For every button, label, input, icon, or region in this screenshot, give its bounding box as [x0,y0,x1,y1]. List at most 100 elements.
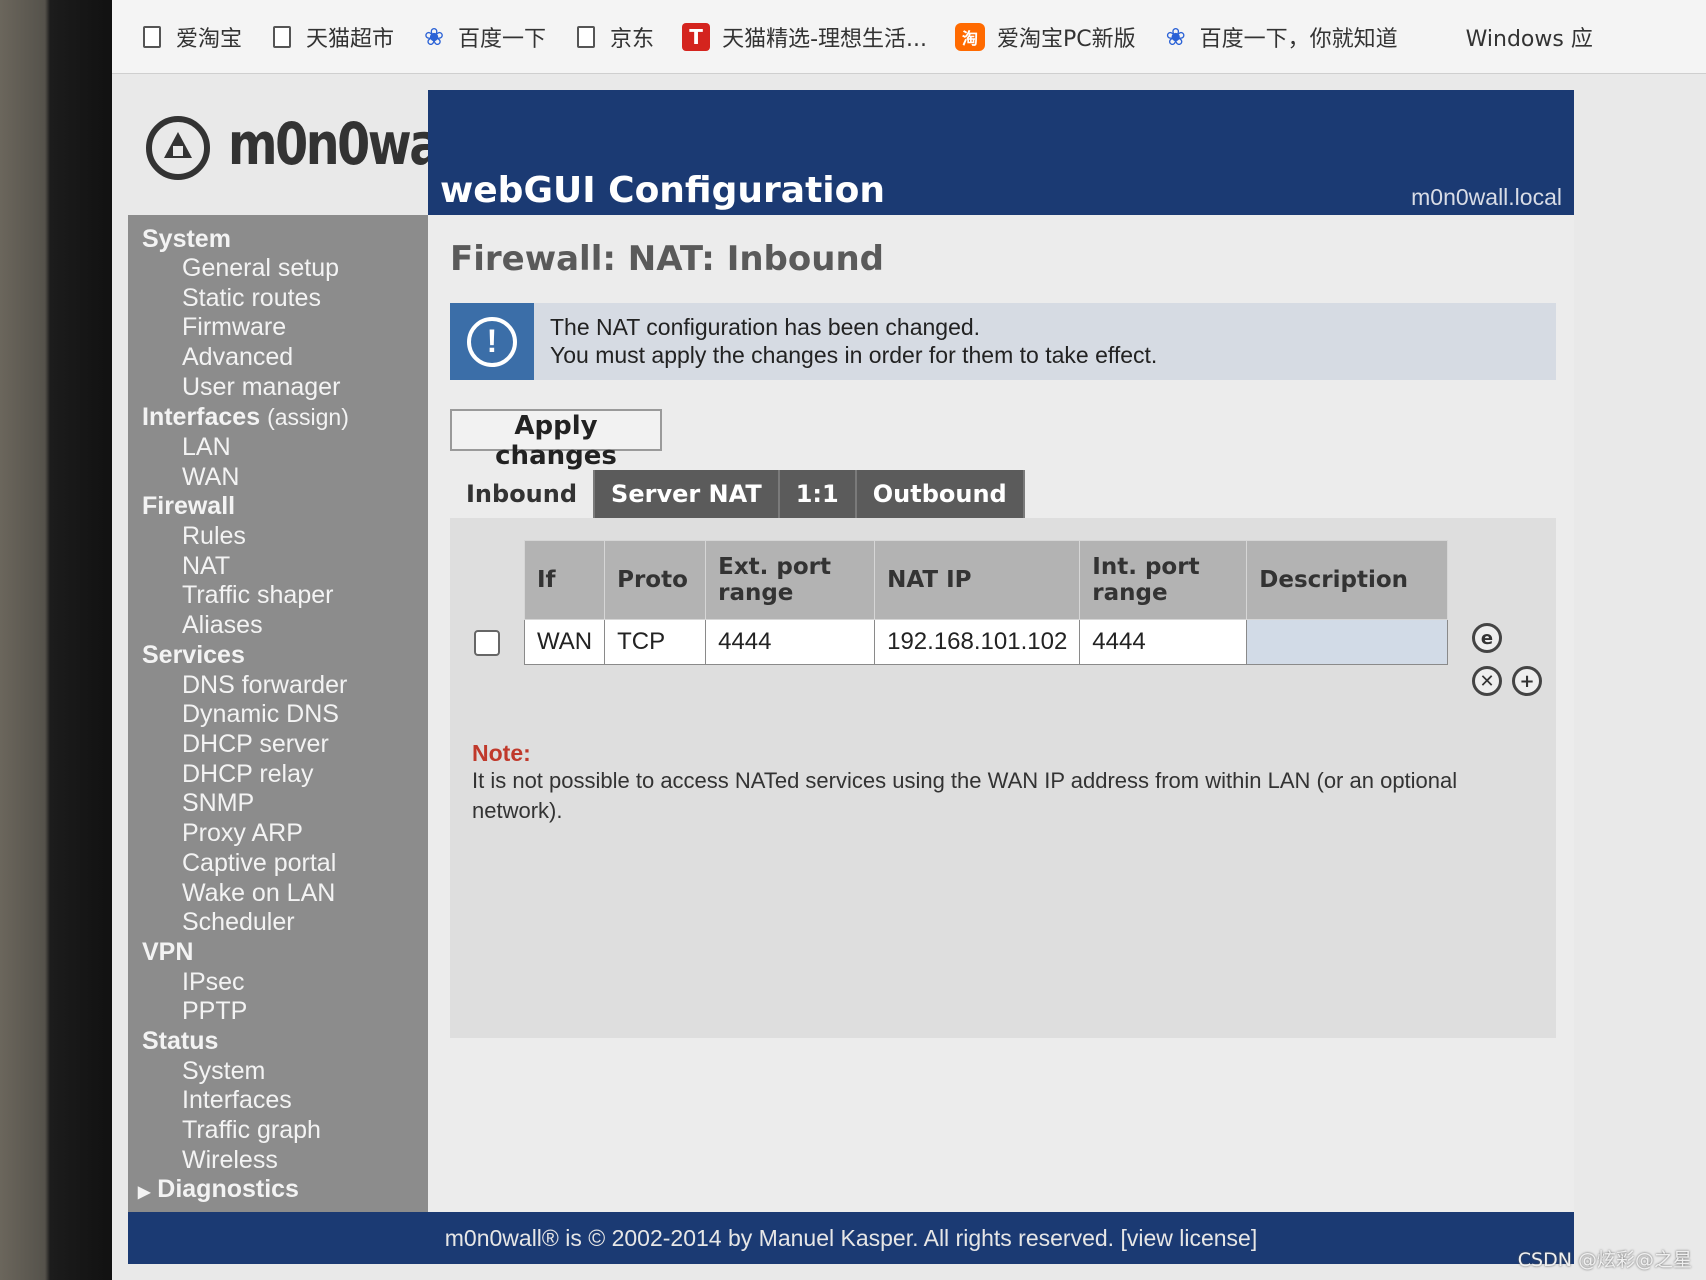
add-icon[interactable]: + [1512,666,1542,696]
nav-item-wan[interactable]: WAN [182,463,239,492]
cell-nat-ip: 192.168.101.102 [874,619,1081,665]
header-banner: webGUI Configuration m0n0wall.local [428,90,1574,215]
apply-changes-button[interactable]: Apply changes [450,409,662,471]
row-select-checkbox[interactable] [474,630,500,656]
nav-group-status: Status [142,1027,219,1055]
taobao-icon: 淘 [954,22,985,51]
delete-icon[interactable]: ✕ [1472,666,1502,696]
tab-one-to-one[interactable]: 1:1 [779,470,857,518]
bookmark-item[interactable]: T 天猫精选-理想生活... [682,21,927,53]
bookmark-item[interactable]: 天猫超市 [270,21,394,53]
logo: m0n0wall® [128,90,514,215]
nav-item-wake-on-lan[interactable]: Wake on LAN [182,879,335,908]
nav-item-traffic-graph[interactable]: Traffic graph [182,1116,321,1145]
m0n0wall-logo-icon [146,116,210,180]
nav-item-general-setup[interactable]: General setup [182,254,339,283]
baidu-paw-icon: ❀ [423,22,445,51]
nav-item-dynamic-dns[interactable]: Dynamic DNS [182,700,339,729]
column-header-if: If [523,540,606,620]
nav-group-firewall: Firewall [142,492,236,520]
nav-item-aliases[interactable]: Aliases [182,611,263,640]
nav-item-dns-forwarder[interactable]: DNS forwarder [182,671,347,700]
bookmark-label: 百度一下，你就知道 [1199,26,1398,52]
table-header-row: If Proto Ext. port range NAT IP Int. por… [523,540,1449,620]
nav-item-status-interfaces[interactable]: Interfaces [182,1086,292,1115]
nav-item-static-routes[interactable]: Static routes [182,284,321,313]
bookmark-label: 京东 [610,26,655,52]
column-header-proto: Proto [604,540,707,620]
nat-tabs: Inbound Server NAT 1:1 Outbound [450,470,1025,518]
column-header-int-port: Int. port range [1079,540,1248,620]
nav-item-advanced[interactable]: Advanced [182,343,293,372]
nav-item-ipsec[interactable]: IPsec [182,968,245,997]
browser-screen: 爱淘宝 天猫超市 ❀ 百度一下 京东 T 天猫精选-理想生活... 淘 爱淘宝P… [112,0,1706,1280]
nav-item-snmp[interactable]: SNMP [182,789,254,818]
monitor-bezel [0,0,112,1280]
bookmark-item[interactable]: 淘 爱淘宝PC新版 [954,21,1136,53]
nav-item-scheduler[interactable]: Scheduler [182,908,295,937]
bookmarks-bar: 爱淘宝 天猫超市 ❀ 百度一下 京东 T 天猫精选-理想生活... 淘 爱淘宝P… [112,0,1706,74]
watermark: CSDN @炫彩@之星 [1517,1249,1692,1271]
cell-ext-port: 4444 [705,619,876,665]
notice-line-2: You must apply the changes in order for … [550,342,1158,368]
tab-server-nat[interactable]: Server NAT [595,470,780,518]
bookmark-item[interactable]: ❀ 百度一下 [422,21,546,53]
sidebar-nav: System General setup Static routes Firmw… [128,215,428,1227]
nav-item-wireless[interactable]: Wireless [182,1146,278,1175]
cell-if: WAN [523,619,606,665]
edit-icon[interactable]: e [1472,623,1502,653]
nav-group-diagnostics[interactable]: ▶ Diagnostics [138,1175,299,1204]
nav-item-traffic-shaper[interactable]: Traffic shaper [182,581,333,610]
hostname: m0n0wall.local [1411,184,1562,210]
nav-item-pptp[interactable]: PPTP [182,997,247,1026]
column-header-description: Description [1246,540,1449,620]
nav-group-vpn: VPN [142,938,194,966]
info-notice: ! The NAT configuration has been changed… [450,303,1556,380]
nav-group-label: Diagnostics [157,1175,299,1203]
tab-outbound[interactable]: Outbound [856,470,1025,518]
page-icon [140,24,164,50]
nav-item-firmware[interactable]: Firmware [182,313,286,342]
exclamation-icon: ! [467,316,517,367]
nav-group-interfaces: Interfaces (assign) [142,403,349,432]
notice-line-1: The NAT configuration has been changed. [550,314,981,340]
nav-item-rules[interactable]: Rules [182,522,246,551]
bookmark-label: 天猫超市 [306,26,395,52]
column-header-ext-port: Ext. port range [705,540,876,620]
note-label: Note: [472,740,531,766]
cell-int-port: 4444 [1079,619,1248,665]
footer-copyright: m0n0wall® is © 2002-2014 by Manuel Kaspe… [444,1224,1115,1251]
nav-item-captive-portal[interactable]: Captive portal [182,849,336,878]
bookmark-item[interactable]: ❀ 百度一下，你就知道 [1164,21,1398,53]
column-header-nat-ip: NAT IP [874,540,1081,620]
view-license-link[interactable]: [view license] [1120,1225,1257,1252]
nav-item-status-system[interactable]: System [182,1057,265,1086]
bookmark-item[interactable]: 京东 [574,21,654,53]
table-row[interactable]: WAN TCP 4444 192.168.101.102 4444 [523,619,1449,665]
bookmark-item[interactable]: 爱淘宝 [140,21,242,53]
tmall-t-icon: T [682,22,711,51]
app-title: webGUI Configuration [440,170,885,211]
main-content: Firewall: NAT: Inbound ! The NAT configu… [428,215,1574,1227]
nav-item-nat[interactable]: NAT [182,552,230,581]
nav-item-dhcp-server[interactable]: DHCP server [182,730,329,759]
windows-icon [1426,23,1454,51]
footer: m0n0wall® is © 2002-2014 by Manuel Kaspe… [128,1212,1574,1264]
tab-inbound[interactable]: Inbound [450,470,596,518]
expand-triangle-icon: ▶ [138,1184,151,1201]
bookmark-label: Windows 应 [1465,26,1593,52]
bookmark-label: 爱淘宝 [176,26,243,52]
nav-item-user-manager[interactable]: User manager [182,373,340,402]
bookmark-label: 爱淘宝PC新版 [996,26,1136,52]
page-title: Firewall: NAT: Inbound [450,239,884,279]
note-text: It is not possible to access NATed servi… [472,768,1458,823]
nav-item-proxy-arp[interactable]: Proxy ARP [182,819,303,848]
nav-group-services: Services [142,641,245,669]
cell-proto: TCP [604,619,707,665]
nat-rules-table: If Proto Ext. port range NAT IP Int. por… [523,540,1449,665]
bookmark-label: 百度一下 [458,26,547,52]
nav-item-dhcp-relay[interactable]: DHCP relay [182,760,314,789]
bookmark-item[interactable]: Windows 应 [1426,21,1593,53]
interfaces-assign-link[interactable]: (assign) [267,404,349,430]
nav-item-lan[interactable]: LAN [182,433,231,462]
